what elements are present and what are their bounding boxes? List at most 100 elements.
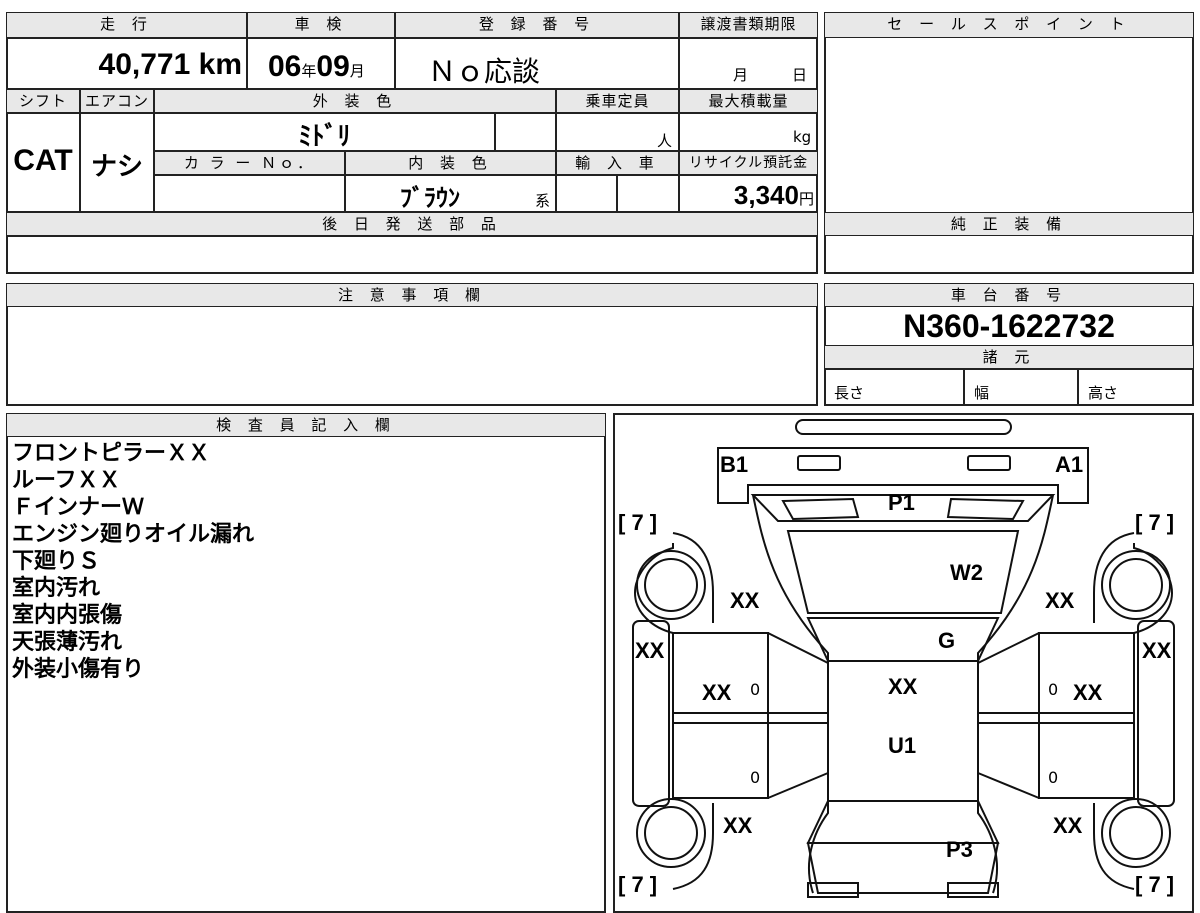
mark-p3: P3	[946, 837, 973, 862]
max-load-unit: kg	[793, 128, 812, 146]
interior-color-header: 内 装 色	[345, 151, 556, 175]
left-door-top	[767, 632, 829, 664]
color-no-cell	[154, 175, 345, 212]
exterior-color-extra-cell	[495, 113, 556, 151]
inspector-note: ＦインナーＷ	[12, 495, 145, 520]
right-headlight	[967, 455, 1011, 471]
left-door-bottom	[767, 772, 829, 799]
inspector-note: エンジン廻りオイル漏れ	[12, 522, 255, 547]
exterior-color-header: 外 装 色	[154, 89, 556, 113]
mark-seven-bracket: [ 7 ]	[1135, 510, 1175, 535]
inspection-year: 06	[268, 50, 302, 83]
import-cell-left	[556, 175, 617, 212]
left-headlight	[797, 455, 841, 471]
chassis-header: 車 台 番 号	[824, 283, 1194, 307]
windshield	[786, 530, 1020, 614]
hood-right-vent	[946, 497, 1025, 521]
year-unit: 年	[301, 62, 317, 80]
mileage-value: 40,771 km	[98, 48, 242, 81]
right-door-top	[977, 632, 1040, 664]
genuine-equipment-header: 純 正 装 備	[824, 212, 1194, 236]
later-parts-cell	[6, 236, 818, 274]
registration-header: 登 録 番 号	[395, 12, 679, 38]
later-parts-header: 後 日 発 送 部 品	[6, 212, 818, 236]
mark-xx-right-fender: XX	[1045, 588, 1075, 613]
left-front-wheel	[636, 550, 706, 620]
inspector-note: ルーフＸＸ	[12, 468, 121, 493]
mark-seven-bracket: [ 7 ]	[618, 510, 658, 535]
capacity-unit: 人	[657, 132, 673, 150]
specs-header: 諸 元	[824, 345, 1194, 369]
exterior-color-value: ﾐﾄﾞﾘ	[298, 122, 351, 152]
mark-xx-left-door: XX	[702, 680, 732, 705]
left-front-wheel-inner	[644, 558, 698, 612]
inspector-notes-list: フロントピラーＸＸ ルーフＸＸ ＦインナーＷ エンジン廻りオイル漏れ 下廻りＳ …	[12, 440, 254, 683]
right-front-wheel-inner	[1109, 558, 1163, 612]
length-label: 長さ	[834, 384, 865, 402]
mark-xx-left-rear: XX	[723, 813, 753, 838]
mark-a1: A1	[1055, 452, 1084, 477]
sales-point-header: セ ー ル ス ポ イ ン ト	[824, 12, 1194, 38]
capacity-header: 乗車定員	[556, 89, 679, 113]
mark-zero: 0	[750, 768, 761, 787]
right-door-bottom	[977, 772, 1040, 799]
recycle-unit: 円	[798, 190, 814, 208]
mark-w2: W2	[950, 560, 983, 585]
inspector-header: 検 査 員 記 入 欄	[6, 413, 606, 437]
inspection-month: 09	[316, 50, 350, 83]
notes-header: 注 意 事 項 欄	[6, 283, 818, 307]
height-label: 高さ	[1088, 384, 1119, 402]
mark-p1: P1	[888, 490, 915, 515]
right-front-wheel	[1101, 550, 1171, 620]
transfer-deadline-header: 譲渡書類期限	[679, 12, 818, 38]
inspector-note: 下廻りＳ	[12, 549, 101, 574]
inspector-note: フロントピラーＸＸ	[12, 441, 211, 466]
mark-u1: U1	[888, 733, 917, 758]
front-bumper	[795, 419, 1012, 435]
aircon-value: ナシ	[90, 151, 143, 181]
mark-zero: 0	[1048, 680, 1059, 699]
mark-xx-right-rear: XX	[1053, 813, 1083, 838]
import-header: 輸 入 車	[556, 151, 679, 175]
mark-xx-right-pillar: XX	[1142, 638, 1172, 663]
mark-xx-roof: XX	[888, 674, 918, 699]
shift-header: シフト	[6, 89, 80, 113]
shift-value: CAT	[13, 144, 73, 177]
mark-xx-right-door: XX	[1073, 680, 1103, 705]
width-label: 幅	[974, 384, 990, 402]
recycle-fee: 3,340円	[700, 180, 814, 211]
mark-b1: B1	[720, 452, 749, 477]
left-rear-wheel-inner	[644, 806, 698, 860]
month-unit: 月	[349, 62, 365, 80]
recycle-header: リサイクル預託金	[679, 151, 818, 175]
chassis-number: N360-1622732	[903, 308, 1115, 344]
mark-zero: 0	[1048, 768, 1059, 787]
cowl	[806, 617, 1000, 662]
aircon-header: エアコン	[80, 89, 154, 113]
transfer-month-unit: 月	[733, 66, 749, 84]
mark-seven-bracket: [ 7 ]	[618, 872, 658, 897]
color-no-header: カ ラ ー Ｎｏ．	[154, 151, 345, 175]
mark-xx-left-fender: XX	[730, 588, 760, 613]
mark-seven-bracket: [ 7 ]	[1135, 872, 1175, 897]
left-body-line	[752, 494, 829, 894]
inspector-note: 室内汚れ	[12, 576, 101, 601]
inspector-note: 外装小傷有り	[12, 657, 145, 682]
max-load-header: 最大積載量	[679, 89, 818, 113]
hood-left-vent	[781, 497, 860, 521]
transfer-day-unit: 日	[792, 66, 808, 84]
inspector-note: 天張薄汚れ	[12, 630, 123, 655]
right-body-line	[977, 494, 1054, 894]
interior-color-suffix: 系	[535, 192, 551, 210]
mark-xx-left-pillar: XX	[635, 638, 665, 663]
inspection-date: 06年09月	[268, 50, 365, 84]
right-rear-wheel	[1101, 798, 1171, 868]
mark-zero: 0	[750, 680, 761, 699]
mark-g: G	[938, 628, 956, 653]
import-cell-right	[617, 175, 679, 212]
registration-value: Ｎｏ応談	[428, 55, 541, 88]
mileage-header: 走 行	[6, 12, 247, 38]
inspection-header: 車 検	[247, 12, 395, 38]
interior-color-value: ﾌﾞﾗｳﾝ	[400, 184, 460, 212]
recycle-value: 3,340	[733, 180, 799, 210]
